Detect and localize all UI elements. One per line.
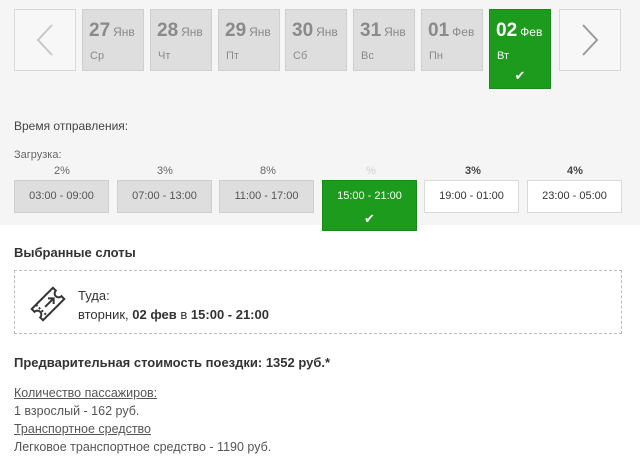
selected-slots-title: Выбранные слоты: [14, 245, 136, 260]
passengers-label[interactable]: Количество пассажиров:: [14, 386, 157, 400]
date-weekday: Вс: [361, 50, 374, 62]
date-month: Янв: [384, 25, 406, 39]
time-slot[interactable]: 07:00 - 13:00: [117, 180, 212, 213]
date-weekday: Вт: [497, 50, 510, 62]
date-day: 28: [157, 20, 179, 41]
date-day: 01: [428, 20, 450, 41]
date-tile[interactable]: 28 Янв Чт: [150, 9, 212, 71]
time-slot[interactable]: 19:00 - 01:00: [424, 180, 519, 213]
prev-date-button[interactable]: [14, 9, 76, 71]
chevron-right-icon: [582, 24, 599, 56]
date-tile[interactable]: 29 Янв Пт: [218, 9, 280, 71]
slot-load: 4%: [567, 165, 583, 177]
date-weekday: Пн: [429, 50, 443, 62]
departure-label: Время отправления:: [14, 119, 129, 133]
selected-slot-summary: вторник, 02 фев в 15:00 - 21:00: [78, 307, 269, 322]
date-month: Янв: [316, 25, 338, 39]
date-day: 31: [360, 20, 382, 41]
vehicle-value: Легковое транспортное средство - 1190 ру…: [14, 440, 272, 454]
slot-load: 2%: [54, 165, 70, 177]
date-tile-selected[interactable]: 02 Фев Вт ✔: [489, 9, 551, 89]
date-day: 27: [89, 20, 111, 41]
time-slot-label: 19:00 - 01:00: [439, 190, 504, 202]
load-label: Загрузка:: [14, 149, 62, 161]
time-slot-label: 03:00 - 09:00: [29, 190, 94, 202]
time-slot-label: 07:00 - 13:00: [132, 190, 197, 202]
time-slot-label: 23:00 - 05:00: [542, 190, 607, 202]
check-icon: ✔: [514, 68, 526, 83]
date-tile[interactable]: 31 Янв Вс: [353, 9, 415, 71]
date-day: 30: [292, 20, 314, 41]
time-slot[interactable]: 23:00 - 05:00: [527, 180, 622, 213]
slot-load: %: [366, 165, 376, 177]
date-weekday: Пт: [226, 50, 239, 62]
in-word: в: [180, 307, 188, 322]
chevron-left-icon: [36, 24, 53, 56]
date-weekday: Чт: [158, 50, 171, 62]
time-slot[interactable]: 03:00 - 09:00: [14, 180, 109, 213]
vehicle-label[interactable]: Транспортное средство: [14, 422, 151, 436]
time-slot[interactable]: 11:00 - 17:00: [219, 180, 314, 213]
time-slot-label: 11:00 - 17:00: [234, 190, 299, 202]
slot-load: 3%: [157, 165, 173, 177]
trip-cost-title: Предварительная стоимость поездки: 1352 …: [14, 355, 331, 370]
date-tile[interactable]: 27 Янв Ср: [82, 9, 144, 71]
date-month: Янв: [181, 25, 203, 39]
ticket-icon: [30, 286, 66, 322]
next-date-button[interactable]: [559, 9, 621, 71]
time-slot-label: 15:00 - 21:00: [337, 190, 402, 202]
date-tile[interactable]: 30 Янв Сб: [285, 9, 347, 71]
date-day: 29: [225, 20, 247, 41]
date-tile[interactable]: 01 Фев Пн: [421, 9, 483, 71]
date-month: Янв: [113, 25, 135, 39]
direction-label: Туда:: [78, 288, 110, 303]
time-slot-selected[interactable]: 15:00 - 21:00 ✔: [322, 180, 417, 231]
selected-date: 02 фев: [132, 307, 177, 322]
check-icon: ✔: [364, 211, 375, 226]
slot-load: 8%: [260, 165, 276, 177]
date-weekday: Сб: [293, 50, 308, 62]
date-month: Янв: [249, 25, 271, 39]
date-month: Фев: [452, 25, 475, 39]
slot-load: 3%: [465, 165, 481, 177]
date-weekday: Ср: [90, 50, 105, 62]
selected-weekday: вторник,: [78, 307, 129, 322]
passengers-value: 1 взрослый - 162 руб.: [14, 404, 140, 418]
selected-slot-card: Туда: вторник, 02 фев в 15:00 - 21:00: [14, 270, 622, 334]
date-month: Фев: [520, 25, 543, 39]
selected-time: 15:00 - 21:00: [190, 307, 269, 322]
date-day: 02: [496, 20, 518, 41]
